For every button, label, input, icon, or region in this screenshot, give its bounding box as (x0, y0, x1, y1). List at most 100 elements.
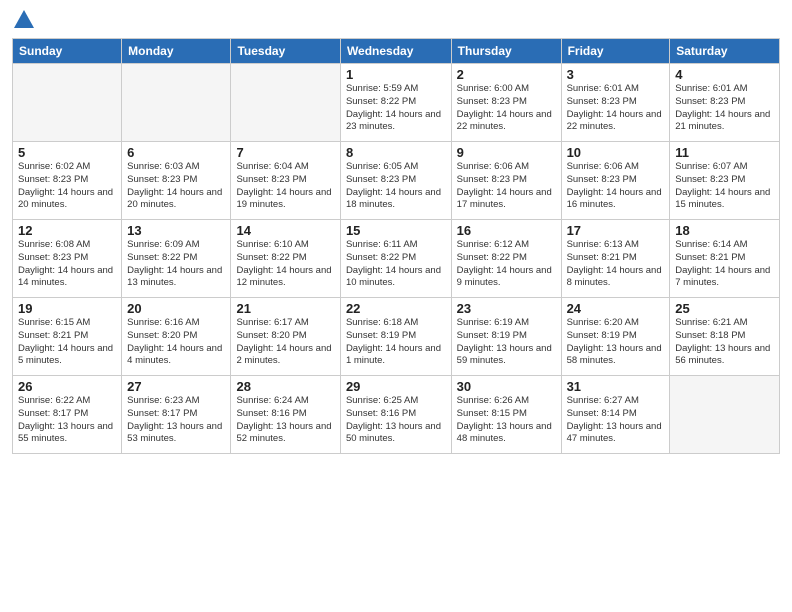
logo-text (12, 10, 34, 30)
day-info-line: Sunset: 8:23 PM (236, 174, 334, 187)
calendar-cell: 10Sunrise: 6:06 AMSunset: 8:23 PMDayligh… (561, 142, 670, 220)
day-number: 25 (675, 301, 774, 316)
day-info-line: Daylight: 14 hours and 13 minutes. (127, 265, 225, 291)
day-info-line: Sunrise: 6:05 AM (346, 161, 446, 174)
calendar-cell: 15Sunrise: 6:11 AMSunset: 8:22 PMDayligh… (340, 220, 451, 298)
day-info-line: Daylight: 13 hours and 58 minutes. (567, 343, 665, 369)
calendar-cell: 27Sunrise: 6:23 AMSunset: 8:17 PMDayligh… (122, 376, 231, 454)
calendar-cell: 28Sunrise: 6:24 AMSunset: 8:16 PMDayligh… (231, 376, 340, 454)
day-number: 24 (567, 301, 665, 316)
day-info-line: Sunset: 8:19 PM (567, 330, 665, 343)
calendar-cell: 17Sunrise: 6:13 AMSunset: 8:21 PMDayligh… (561, 220, 670, 298)
day-info-line: Daylight: 13 hours and 48 minutes. (457, 421, 556, 447)
header (12, 10, 780, 30)
day-info-line: Daylight: 14 hours and 19 minutes. (236, 187, 334, 213)
day-info-line: Sunset: 8:23 PM (675, 174, 774, 187)
day-info-line: Sunset: 8:22 PM (346, 252, 446, 265)
day-info-line: Sunrise: 6:01 AM (567, 83, 665, 96)
day-info-line: Sunrise: 6:21 AM (675, 317, 774, 330)
calendar-header-friday: Friday (561, 39, 670, 64)
day-info-line: Daylight: 14 hours and 18 minutes. (346, 187, 446, 213)
day-info-line: Daylight: 14 hours and 1 minute. (346, 343, 446, 369)
calendar-cell: 20Sunrise: 6:16 AMSunset: 8:20 PMDayligh… (122, 298, 231, 376)
day-info-line: Daylight: 14 hours and 14 minutes. (18, 265, 116, 291)
day-info-line: Daylight: 13 hours and 59 minutes. (457, 343, 556, 369)
day-info-line: Sunset: 8:17 PM (18, 408, 116, 421)
day-info-line: Daylight: 14 hours and 21 minutes. (675, 109, 774, 135)
day-info-line: Sunset: 8:15 PM (457, 408, 556, 421)
day-number: 11 (675, 145, 774, 160)
day-info-line: Sunrise: 6:07 AM (675, 161, 774, 174)
logo-triangle-icon (14, 10, 34, 28)
calendar-cell: 22Sunrise: 6:18 AMSunset: 8:19 PMDayligh… (340, 298, 451, 376)
day-number: 28 (236, 379, 334, 394)
calendar-cell: 19Sunrise: 6:15 AMSunset: 8:21 PMDayligh… (13, 298, 122, 376)
day-info-line: Sunrise: 6:26 AM (457, 395, 556, 408)
day-info-line: Sunset: 8:21 PM (675, 252, 774, 265)
calendar-cell: 8Sunrise: 6:05 AMSunset: 8:23 PMDaylight… (340, 142, 451, 220)
logo (12, 10, 34, 30)
day-info-line: Sunrise: 6:06 AM (567, 161, 665, 174)
day-info-line: Sunrise: 6:08 AM (18, 239, 116, 252)
day-info-line: Sunrise: 6:14 AM (675, 239, 774, 252)
calendar-cell: 4Sunrise: 6:01 AMSunset: 8:23 PMDaylight… (670, 64, 780, 142)
day-info-line: Sunrise: 6:04 AM (236, 161, 334, 174)
day-number: 27 (127, 379, 225, 394)
day-info-line: Daylight: 14 hours and 5 minutes. (18, 343, 116, 369)
day-info-line: Sunrise: 6:23 AM (127, 395, 225, 408)
calendar: SundayMondayTuesdayWednesdayThursdayFrid… (12, 38, 780, 454)
calendar-cell: 13Sunrise: 6:09 AMSunset: 8:22 PMDayligh… (122, 220, 231, 298)
calendar-cell: 6Sunrise: 6:03 AMSunset: 8:23 PMDaylight… (122, 142, 231, 220)
calendar-cell: 9Sunrise: 6:06 AMSunset: 8:23 PMDaylight… (451, 142, 561, 220)
day-info-line: Daylight: 14 hours and 22 minutes. (567, 109, 665, 135)
day-info-line: Daylight: 14 hours and 9 minutes. (457, 265, 556, 291)
day-number: 18 (675, 223, 774, 238)
day-number: 4 (675, 67, 774, 82)
day-info-line: Sunrise: 6:18 AM (346, 317, 446, 330)
day-info-line: Sunrise: 6:24 AM (236, 395, 334, 408)
calendar-cell (670, 376, 780, 454)
day-info-line: Sunset: 8:22 PM (127, 252, 225, 265)
day-info-line: Sunset: 8:22 PM (236, 252, 334, 265)
calendar-cell: 1Sunrise: 5:59 AMSunset: 8:22 PMDaylight… (340, 64, 451, 142)
day-info-line: Sunset: 8:23 PM (457, 96, 556, 109)
calendar-cell: 29Sunrise: 6:25 AMSunset: 8:16 PMDayligh… (340, 376, 451, 454)
day-number: 22 (346, 301, 446, 316)
calendar-cell: 23Sunrise: 6:19 AMSunset: 8:19 PMDayligh… (451, 298, 561, 376)
day-info-line: Sunset: 8:23 PM (127, 174, 225, 187)
day-info-line: Sunset: 8:19 PM (457, 330, 556, 343)
day-number: 23 (457, 301, 556, 316)
day-info-line: Sunrise: 6:01 AM (675, 83, 774, 96)
day-info-line: Sunset: 8:16 PM (236, 408, 334, 421)
calendar-header-row: SundayMondayTuesdayWednesdayThursdayFrid… (13, 39, 780, 64)
calendar-cell: 2Sunrise: 6:00 AMSunset: 8:23 PMDaylight… (451, 64, 561, 142)
day-info-line: Daylight: 14 hours and 23 minutes. (346, 109, 446, 135)
day-info-line: Sunset: 8:19 PM (346, 330, 446, 343)
day-info-line: Sunrise: 6:20 AM (567, 317, 665, 330)
day-info-line: Daylight: 14 hours and 15 minutes. (675, 187, 774, 213)
day-info-line: Daylight: 14 hours and 7 minutes. (675, 265, 774, 291)
day-info-line: Sunset: 8:20 PM (127, 330, 225, 343)
calendar-cell: 21Sunrise: 6:17 AMSunset: 8:20 PMDayligh… (231, 298, 340, 376)
day-info-line: Sunset: 8:23 PM (346, 174, 446, 187)
calendar-cell (122, 64, 231, 142)
calendar-cell: 14Sunrise: 6:10 AMSunset: 8:22 PMDayligh… (231, 220, 340, 298)
day-info-line: Sunrise: 6:00 AM (457, 83, 556, 96)
day-number: 7 (236, 145, 334, 160)
day-info-line: Sunrise: 6:17 AM (236, 317, 334, 330)
day-info-line: Daylight: 13 hours and 56 minutes. (675, 343, 774, 369)
day-info-line: Sunrise: 6:06 AM (457, 161, 556, 174)
day-info-line: Daylight: 14 hours and 10 minutes. (346, 265, 446, 291)
day-number: 5 (18, 145, 116, 160)
day-info-line: Sunset: 8:23 PM (567, 96, 665, 109)
day-info-line: Sunrise: 6:22 AM (18, 395, 116, 408)
calendar-header-tuesday: Tuesday (231, 39, 340, 64)
day-number: 19 (18, 301, 116, 316)
day-number: 15 (346, 223, 446, 238)
day-info-line: Sunrise: 6:12 AM (457, 239, 556, 252)
day-info-line: Sunset: 8:20 PM (236, 330, 334, 343)
day-number: 10 (567, 145, 665, 160)
day-number: 9 (457, 145, 556, 160)
day-info-line: Daylight: 13 hours and 55 minutes. (18, 421, 116, 447)
day-number: 29 (346, 379, 446, 394)
